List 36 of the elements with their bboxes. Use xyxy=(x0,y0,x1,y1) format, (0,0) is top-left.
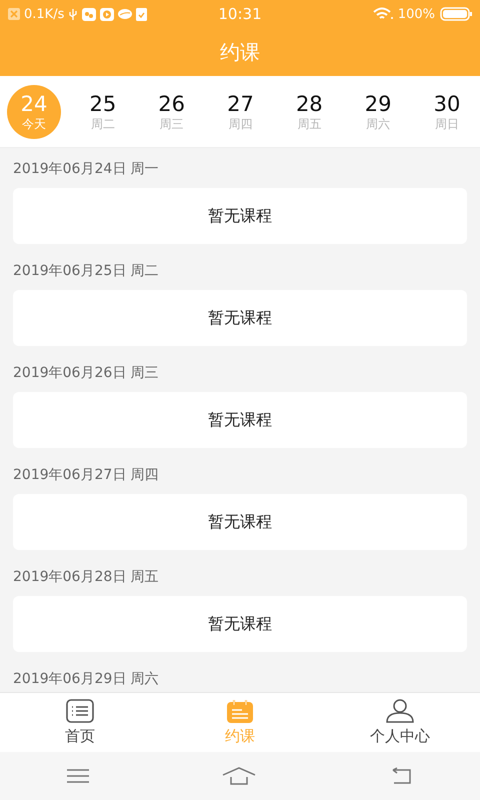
home-icon xyxy=(222,767,256,785)
calendar-icon xyxy=(226,699,254,723)
list-icon xyxy=(66,699,94,723)
date-tab[interactable]: 27 周四 xyxy=(213,84,268,138)
date-tab[interactable]: 26 周三 xyxy=(144,84,199,138)
date-heading: 2019年06月29日 周六 xyxy=(13,670,159,688)
date-tab[interactable]: 25 周二 xyxy=(76,84,130,138)
wifi-icon xyxy=(372,7,393,21)
date-tab[interactable]: 30 周日 xyxy=(420,84,474,138)
menu-icon xyxy=(66,769,89,783)
date-heading: 2019年06月28日 周五 xyxy=(13,568,159,586)
empty-message: 暂无课程 xyxy=(208,512,272,532)
play-icon xyxy=(100,8,114,20)
battery-icon xyxy=(440,7,472,21)
clock: 10:31 xyxy=(218,5,262,23)
usb-icon xyxy=(68,8,78,20)
tab-bar-item[interactable]: 个人中心 xyxy=(320,693,480,752)
date-heading: 2019年06月27日 周四 xyxy=(13,466,159,484)
date-tab[interactable]: 28 周五 xyxy=(282,84,336,138)
empty-message: 暂无课程 xyxy=(208,206,272,226)
app-icon xyxy=(82,8,96,20)
date-heading: 2019年06月26日 周三 xyxy=(13,364,159,382)
page-title: 约课 xyxy=(220,38,260,66)
tab-bar-item[interactable]: 首页 xyxy=(0,693,160,752)
empty-message: 暂无课程 xyxy=(208,308,272,328)
person-icon xyxy=(385,699,415,723)
date-heading: 2019年06月25日 周二 xyxy=(13,262,159,280)
empty-message: 暂无课程 xyxy=(208,410,272,430)
network-speed: 0.1K/s xyxy=(24,6,64,22)
date-heading: 2019年06月24日 周一 xyxy=(13,160,159,178)
notification-icon xyxy=(8,8,20,20)
battery-percent: 100% xyxy=(398,6,435,22)
empty-message: 暂无课程 xyxy=(208,614,272,634)
cloud-icon xyxy=(118,8,132,20)
date-tab[interactable]: 29 周六 xyxy=(351,84,406,138)
clipboard-check-icon xyxy=(136,8,148,20)
